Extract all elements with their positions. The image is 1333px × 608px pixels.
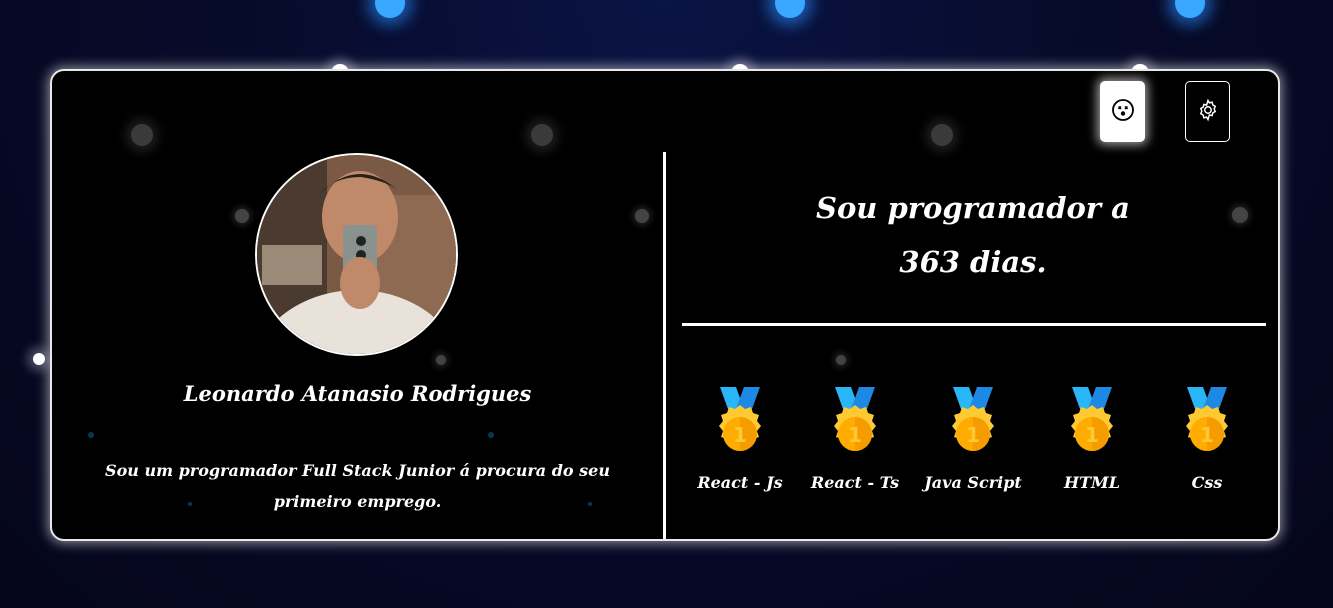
card-glow-dot: [131, 124, 153, 146]
svg-text:1: 1: [733, 423, 747, 447]
card-glow-dot: [488, 432, 494, 438]
gold-medal-icon: 1: [908, 387, 1038, 469]
gold-medal-icon: 1: [675, 387, 805, 469]
profile-name: Leonardo Atanasio Rodrigues: [183, 381, 532, 406]
settings-button[interactable]: [1185, 81, 1230, 142]
skills-list: 1 React - Js 1 React - Ts 1 Java Script …: [666, 387, 1280, 517]
skill-item: 1 Css: [1142, 387, 1272, 492]
skill-item: 1 HTML: [1027, 387, 1157, 492]
background-glow-dot: [775, 0, 805, 18]
card-glow-dot: [531, 124, 553, 146]
skill-item: 1 React - Js: [675, 387, 805, 492]
card-glow-dot: [635, 209, 649, 223]
gold-medal-icon: 1: [1142, 387, 1272, 469]
svg-text:1: 1: [966, 423, 980, 447]
avatar: [255, 153, 458, 356]
dizzy-face-icon: [1111, 98, 1135, 126]
skill-label: HTML: [1064, 473, 1120, 492]
skill-label: React - Ts: [810, 473, 900, 492]
skill-label: React - Js: [697, 473, 783, 492]
background-glow-dot: [375, 0, 405, 18]
horizontal-divider: [682, 323, 1266, 326]
svg-text:1: 1: [1085, 423, 1099, 447]
card-glow-dot: [436, 355, 446, 365]
skill-item: 1 React - Ts: [790, 387, 920, 492]
theme-toggle-button[interactable]: [1100, 81, 1145, 142]
gold-medal-icon: 1: [1027, 387, 1157, 469]
background-glow-dot: [1175, 0, 1205, 18]
skill-item: 1 Java Script: [908, 387, 1038, 492]
gold-medal-icon: 1: [790, 387, 920, 469]
experience-headline: Sou programador a 363 dias.: [666, 181, 1280, 289]
card-glow-dot: [836, 355, 846, 365]
skill-label: Java Script: [924, 473, 1022, 492]
gear-icon: [1196, 98, 1220, 126]
background-glow-dot: [33, 353, 45, 365]
profile-bio: Sou um programador Full Stack Junior á p…: [105, 461, 610, 511]
skill-label: Css: [1191, 473, 1223, 492]
experience-line-2: 363 dias.: [899, 245, 1047, 279]
card-glow-dot: [88, 432, 94, 438]
svg-text:1: 1: [848, 423, 862, 447]
card-glow-dot: [931, 124, 953, 146]
card-glow-dot: [235, 209, 249, 223]
experience-line-1: Sou programador a: [816, 191, 1130, 225]
svg-text:1: 1: [1200, 423, 1214, 447]
profile-card: Leonardo Atanasio Rodrigues Sou um progr…: [50, 69, 1280, 541]
